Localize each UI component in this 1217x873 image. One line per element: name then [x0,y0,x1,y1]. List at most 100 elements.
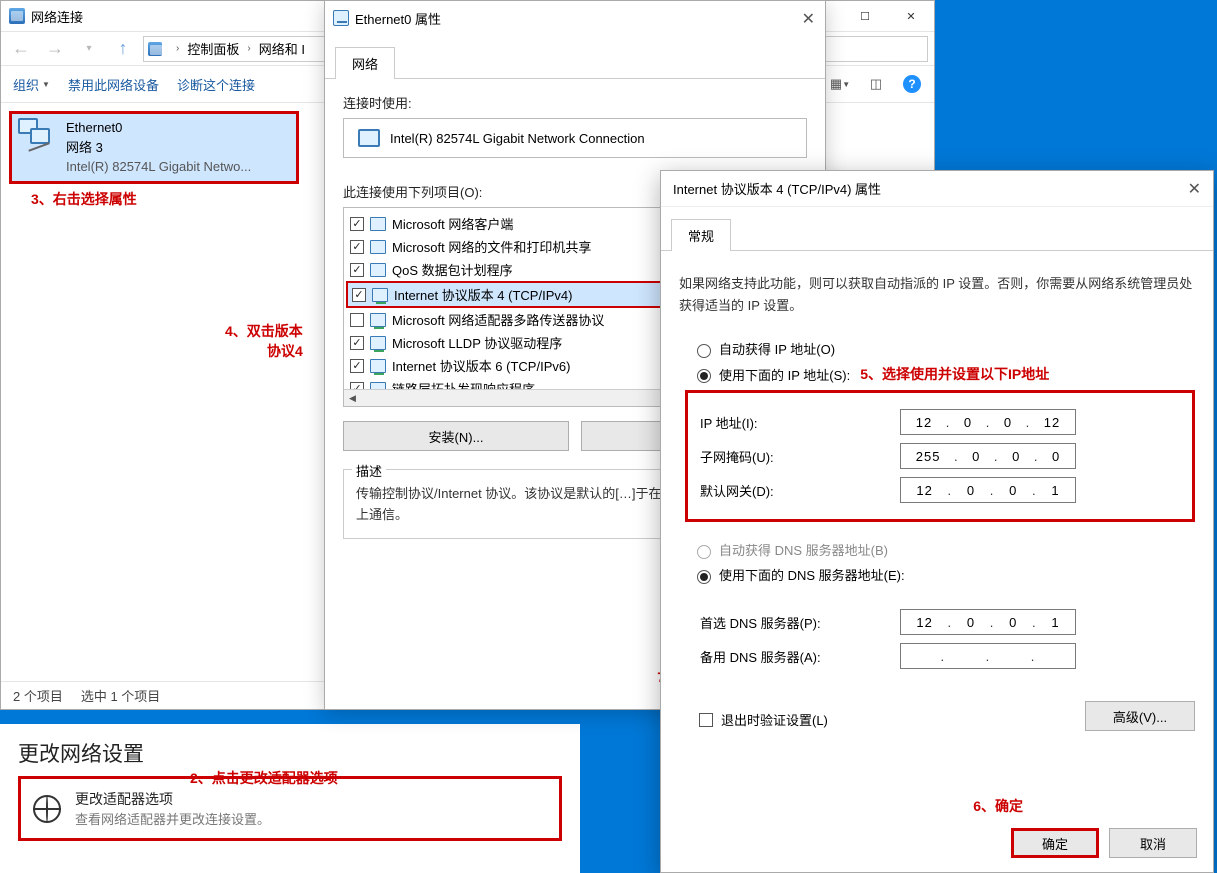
maximize-button[interactable]: ☐ [842,1,888,31]
checkbox-icon[interactable]: ✓ [350,336,364,350]
back-button[interactable]: ← [7,35,35,63]
scroll-left-icon[interactable]: ◀ [344,390,361,407]
chevron-icon: › [245,43,252,54]
globe-icon [33,795,61,823]
protocol-icon [372,288,388,302]
radio-auto-dns: 自动获得 DNS 服务器地址(B) [697,540,1195,559]
close-button[interactable]: ✕ [888,1,934,31]
ip-address-input[interactable]: 12.0.0.12 [900,409,1076,435]
close-button[interactable]: ✕ [1188,179,1201,199]
protocol-label: Microsoft 网络客户端 [392,214,513,233]
help-button[interactable]: ? [898,70,926,98]
protocol-icon [370,217,386,231]
radio-auto-ip[interactable]: 自动获得 IP 地址(O) [697,339,1195,358]
gateway-input[interactable]: 12.0.0.1 [900,477,1076,503]
help-text: 如果网络支持此功能，则可以获取自动指派的 IP 设置。否则，你需要从网络系统管理… [679,273,1195,317]
radio-label: 自动获得 IP 地址(O) [719,339,835,358]
alternate-dns-input[interactable]: . . . [900,643,1076,669]
tab-network[interactable]: 网络 [335,47,395,79]
protocol-label: QoS 数据包计划程序 [392,260,513,279]
connection-network: 网络 3 [66,138,251,158]
option-title: 更改适配器选项 [75,789,270,809]
radio-icon [697,344,711,358]
radio-label: 自动获得 DNS 服务器地址(B) [719,540,888,559]
ipv4-properties-dialog: Internet 协议版本 4 (TCP/IPv4) 属性 ✕ 常规 如果网络支… [660,170,1214,873]
dns1-label: 首选 DNS 服务器(P): [700,613,900,632]
ethernet-icon [333,10,349,26]
radio-icon [697,369,711,383]
tab-strip: 常规 [661,219,1213,251]
annotation-4: 4、双击版本 协议4 [225,322,303,361]
breadcrumb-part[interactable]: 网络和 I [259,39,305,58]
dialog-title: Ethernet0 属性 [355,9,441,28]
connect-using-label: 连接时使用: [343,93,807,112]
preferred-dns-input[interactable]: 12.0.0.1 [900,609,1076,635]
close-button[interactable]: ✕ [802,9,815,29]
advanced-button[interactable]: 高级(V)... [1085,701,1195,731]
view-menu[interactable]: ▦ ▼ [826,70,854,98]
forward-button[interactable]: → [41,35,69,63]
checkbox-icon[interactable]: ✓ [352,288,366,302]
mask-label: 子网掩码(U): [700,447,900,466]
status-item-count: 2 个项目 [13,686,63,705]
ip-fields-block: IP 地址(I): 12.0.0.12 子网掩码(U): 255.0.0.0 默… [685,390,1195,522]
radio-use-ip[interactable]: 使用下面的 IP 地址(S): 5、选择使用并设置以下IP地址 [697,364,1195,384]
ip-label: IP 地址(I): [700,413,900,432]
checkbox-icon[interactable] [350,313,364,327]
explorer-title: 网络连接 [31,7,83,26]
radio-label: 使用下面的 IP 地址(S): [719,365,850,384]
disable-device-button[interactable]: 禁用此网络设备 [68,75,159,94]
tab-general[interactable]: 常规 [671,219,731,251]
checkbox-icon [699,713,713,727]
breadcrumb-part[interactable]: 控制面板 [187,39,239,58]
protocol-icon [370,263,386,277]
preview-pane-button[interactable]: ◫ [862,70,890,98]
adapter-box[interactable]: Intel(R) 82574L Gigabit Network Connecti… [343,118,807,158]
checkbox-label: 退出时验证设置(L) [721,710,828,729]
checkbox-icon[interactable]: ✓ [350,359,364,373]
gateway-label: 默认网关(D): [700,481,900,500]
dns2-label: 备用 DNS 服务器(A): [700,647,900,666]
checkbox-icon[interactable]: ✓ [350,217,364,231]
dialog-titlebar: Ethernet0 属性 ✕ [325,1,825,35]
checkbox-icon[interactable]: ✓ [350,240,364,254]
network-icon [9,8,25,24]
tab-strip: 网络 [325,47,825,79]
protocol-label: Internet 协议版本 6 (TCP/IPv6) [392,356,570,375]
protocol-label: Microsoft 网络适配器多路传送器协议 [392,310,604,329]
annotation-3: 3、右击选择属性 [31,189,137,209]
nic-icon [18,118,58,158]
checkbox-icon[interactable]: ✓ [350,263,364,277]
radio-label: 使用下面的 DNS 服务器地址(E): [719,565,905,584]
adapter-name: Intel(R) 82574L Gigabit Network Connecti… [390,131,645,146]
subnet-mask-input[interactable]: 255.0.0.0 [900,443,1076,469]
protocol-icon [370,240,386,254]
diagnose-button[interactable]: 诊断这个连接 [177,75,255,94]
organize-menu[interactable]: 组织 ▼ [13,75,50,94]
install-button[interactable]: 安装(N)... [343,421,569,451]
up-button[interactable]: ↑ [109,35,137,63]
protocol-label: Internet 协议版本 4 (TCP/IPv4) [394,285,572,304]
protocol-icon [370,359,386,373]
radio-use-dns[interactable]: 使用下面的 DNS 服务器地址(E): [697,565,1195,584]
protocol-label: Microsoft 网络的文件和打印机共享 [392,237,591,256]
annotation-6: 6、确定 [973,796,1023,816]
radio-icon [697,545,711,559]
annotation-2: 2、点击更改适配器选项 [190,768,338,788]
option-subtitle: 查看网络适配器并更改连接设置。 [75,809,270,828]
nic-icon [358,129,380,147]
status-selected-count: 选中 1 个项目 [81,686,160,705]
settings-panel: 更改网络设置 2、点击更改适配器选项 更改适配器选项 查看网络适配器并更改连接设… [0,724,580,873]
protocol-label: Microsoft LLDP 协议驱动程序 [392,333,562,352]
ok-button[interactable]: 确定 [1011,828,1099,858]
dns-fields-block: 首选 DNS 服务器(P): 12.0.0.1 备用 DNS 服务器(A): .… [685,590,1195,688]
recent-button[interactable]: ▾ [75,35,103,63]
chevron-down-icon: ▼ [42,80,50,89]
connection-name: Ethernet0 [66,118,251,138]
chevron-icon: › [174,43,181,54]
cancel-button[interactable]: 取消 [1109,828,1197,858]
radio-icon [697,570,711,584]
connection-item-ethernet0[interactable]: Ethernet0 网络 3 Intel(R) 82574L Gigabit N… [9,111,299,184]
help-icon: ? [903,75,921,93]
settings-heading: 更改网络设置 [18,738,562,768]
